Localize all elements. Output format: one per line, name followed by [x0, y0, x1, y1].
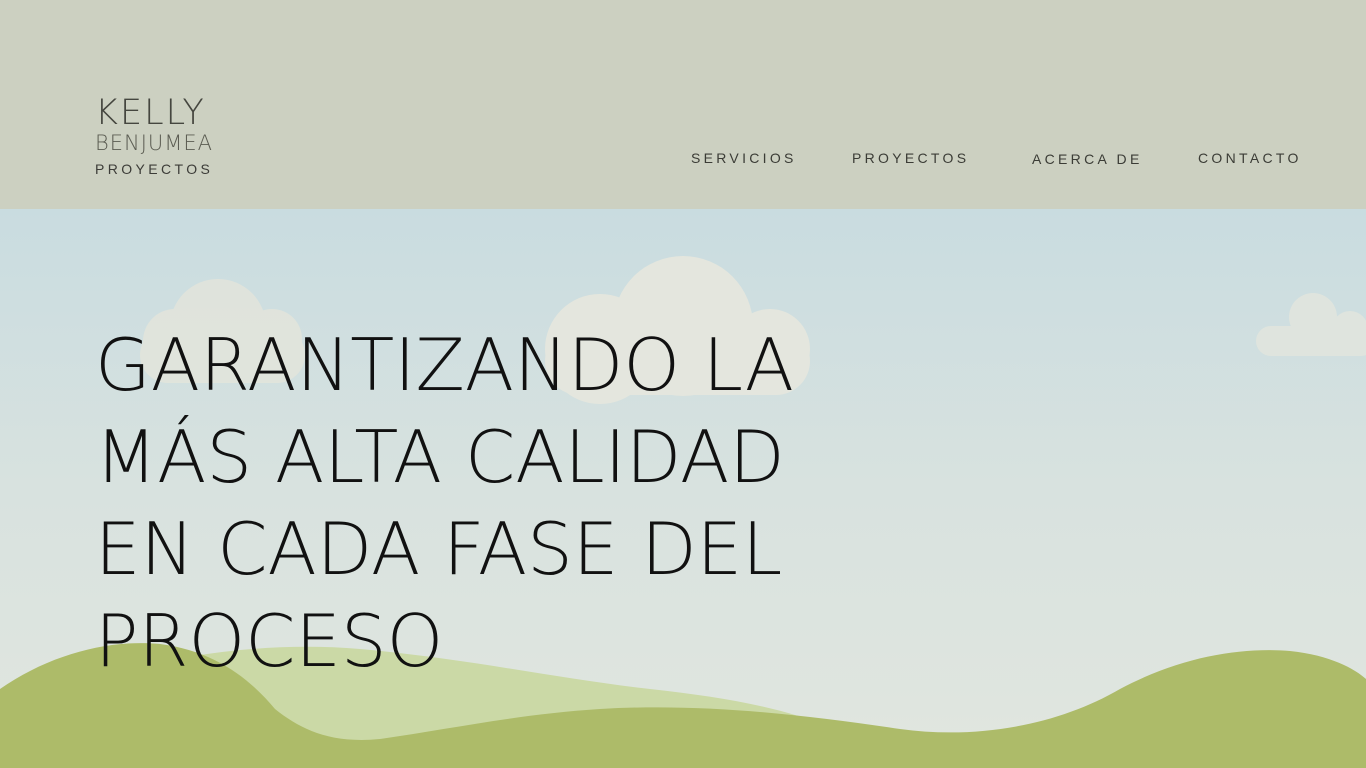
headline-line: PROCESO — [95, 599, 444, 683]
nav-item-contacto[interactable]: CONTACTO — [1198, 150, 1302, 166]
nav-item-servicios[interactable]: SERVICIOS — [691, 150, 797, 166]
nav-item-proyectos[interactable]: PROYECTOS — [852, 150, 969, 166]
site-header: KELLY BENJUMEA PROYECTOS SERVICIOS PROYE… — [0, 0, 1366, 209]
headline-line: MÁS ALTA CALIDAD — [95, 415, 785, 499]
main-nav: SERVICIOS PROYECTOS ACERCA DE CONTACTO — [0, 150, 1366, 170]
hero-section: GARANTIZANDO LA MÁS ALTA CALIDAD EN CADA… — [0, 209, 1366, 768]
nav-item-acerca-de[interactable]: ACERCA DE — [1032, 151, 1143, 167]
cloud-icon — [1256, 293, 1366, 356]
logo-name: KELLY — [95, 93, 206, 133]
hero-headline: GARANTIZANDO LA MÁS ALTA CALIDAD EN CADA… — [95, 319, 855, 687]
page: KELLY BENJUMEA PROYECTOS SERVICIOS PROYE… — [0, 0, 1366, 768]
headline-line: GARANTIZANDO LA — [95, 323, 794, 407]
headline-line: EN CADA FASE DEL — [95, 507, 783, 591]
